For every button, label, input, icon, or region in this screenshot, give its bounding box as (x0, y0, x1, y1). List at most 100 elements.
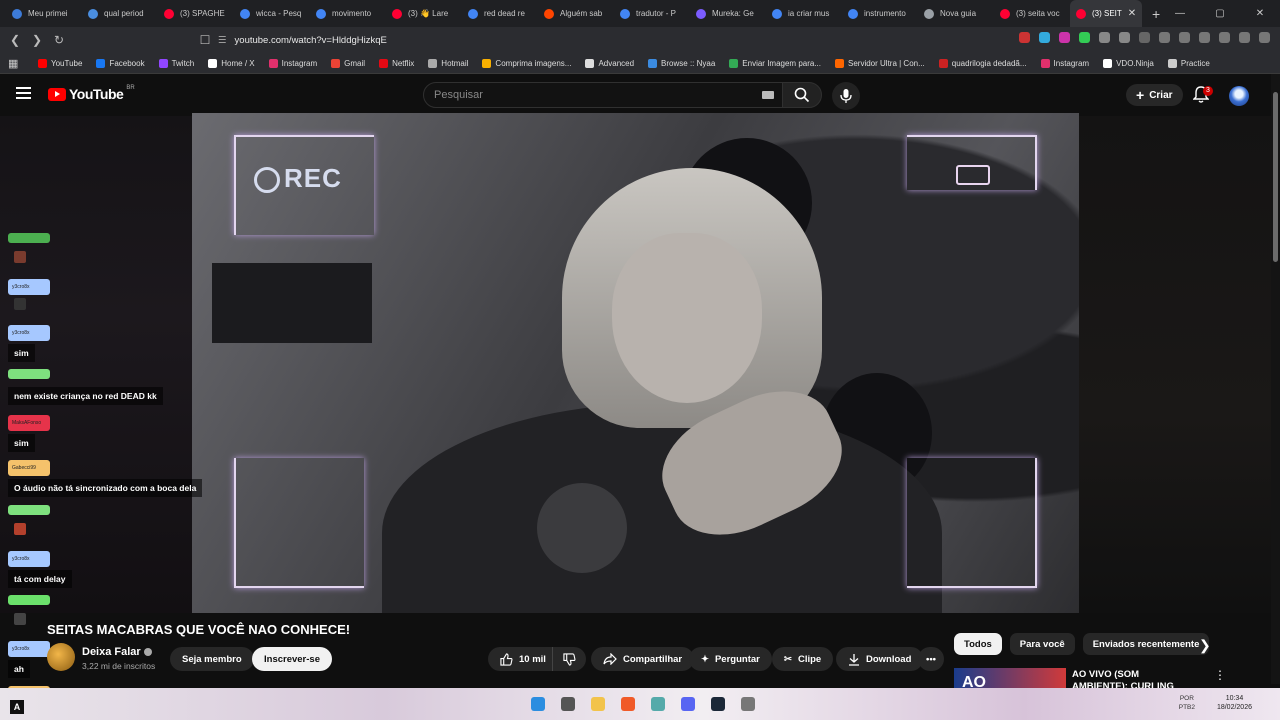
browser-tab[interactable]: Meu primei (6, 0, 82, 27)
address-bar[interactable]: ☰ youtube.com/watch?v=HlddgHizkqE (218, 31, 948, 49)
back-icon[interactable]: ❮ (4, 33, 26, 47)
voice-search-button[interactable] (832, 82, 860, 110)
browser-tab[interactable]: tradutor - P (614, 0, 690, 27)
chat-username[interactable] (8, 595, 50, 605)
download-button[interactable]: Download (836, 647, 924, 671)
chat-username[interactable]: y3cro8x (8, 641, 50, 657)
new-tab-button[interactable]: + (1152, 6, 1160, 22)
windows-start-icon[interactable] (531, 697, 545, 711)
like-button[interactable]: 10 mil (488, 647, 556, 671)
steam-icon[interactable] (711, 697, 725, 711)
bookmark-item[interactable]: Netflix (379, 58, 414, 68)
sidebar-icon[interactable] (1199, 32, 1210, 43)
chip-recently-uploaded[interactable]: Enviados recentemente (1082, 633, 1210, 655)
recommended-video-thumbnail[interactable]: AO (954, 668, 1066, 690)
chat-username[interactable]: y3cro8x (8, 325, 50, 341)
extension-icon[interactable] (1099, 32, 1110, 43)
bookmark-item[interactable]: Facebook (96, 58, 145, 68)
download-icon[interactable] (1159, 32, 1170, 43)
chat-username[interactable]: y3cro8x (8, 551, 50, 567)
browser-tab[interactable]: (3) seita voc (994, 0, 1070, 27)
chat-username[interactable] (8, 505, 50, 515)
extension-icon[interactable] (1019, 32, 1030, 43)
extension-icon[interactable] (1119, 32, 1130, 43)
browser-tab[interactable]: movimento (310, 0, 386, 27)
system-clock[interactable]: 10:34 18/02/2026 (1217, 694, 1252, 712)
search-button[interactable] (782, 82, 822, 108)
maximize-button[interactable]: ▢ (1200, 0, 1240, 27)
bookmark-item[interactable]: Browse :: Nyaa (648, 58, 715, 68)
join-button[interactable]: Seja membro (170, 647, 254, 671)
settings-icon[interactable] (741, 697, 755, 711)
extension-icon[interactable] (1079, 32, 1090, 43)
search-icon[interactable] (561, 697, 575, 711)
bookmark-icon[interactable]: ☐ (194, 33, 216, 47)
search-input[interactable]: Pesquisar (423, 82, 783, 108)
bookmark-item[interactable]: Instagram (1040, 58, 1089, 68)
bookmark-item[interactable]: Home / X (208, 58, 255, 68)
browser-tab[interactable]: instrumento (842, 0, 918, 27)
apps-grid-icon[interactable]: ▦ (8, 57, 18, 70)
clip-button[interactable]: ✂ Clipe (772, 647, 834, 671)
browser-tab[interactable]: Alguém sab (538, 0, 614, 27)
youtube-logo[interactable]: YouTube BR (48, 85, 135, 102)
browser-tab[interactable]: wicca - Pesq (234, 0, 310, 27)
wallet-icon[interactable] (1219, 32, 1230, 43)
forward-icon[interactable]: ❯ (26, 33, 48, 47)
bookmark-item[interactable]: Enviar Imagem para... (729, 58, 821, 68)
bookmark-item[interactable]: YouTube (38, 58, 82, 68)
subscribe-button[interactable]: Inscrever-se (252, 647, 332, 671)
bookmark-item[interactable]: quadrilogia dedadã... (938, 58, 1027, 68)
channel-name[interactable]: Deixa Falar (82, 646, 152, 658)
site-info-icon[interactable]: ☰ (218, 35, 227, 46)
chat-username[interactable] (8, 233, 50, 243)
browser-tab[interactable]: Mureka: Ge (690, 0, 766, 27)
brave-browser-icon[interactable] (621, 697, 635, 711)
extension-icon[interactable] (1039, 32, 1050, 43)
scrollbar-thumb[interactable] (1273, 92, 1278, 262)
bookmark-item[interactable]: Practice (1167, 58, 1210, 68)
channel-avatar[interactable] (47, 643, 75, 671)
more-actions-button[interactable]: ••• (918, 647, 944, 671)
account-avatar[interactable] (1229, 86, 1249, 106)
file-explorer-icon[interactable] (591, 697, 605, 711)
extension-icon[interactable] (1139, 32, 1150, 43)
chat-username[interactable] (8, 369, 50, 379)
keyboard-icon[interactable] (762, 91, 774, 99)
browser-tab[interactable]: (3) SPAGHE (158, 0, 234, 27)
dislike-button[interactable] (552, 647, 586, 671)
close-window-button[interactable]: ✕ (1240, 0, 1280, 27)
create-button[interactable]: + Criar (1126, 84, 1183, 106)
extension-icon[interactable] (1059, 32, 1070, 43)
reload-icon[interactable]: ↻ (48, 33, 70, 47)
share-button[interactable]: Compartilhar (591, 647, 695, 671)
chevron-right-icon[interactable]: ❯ (1199, 637, 1211, 654)
bookmark-item[interactable]: Twitch (158, 58, 194, 68)
close-tab-icon[interactable]: ✕ (1128, 8, 1136, 19)
video-player[interactable]: REC (192, 113, 1079, 613)
menu-icon[interactable] (1259, 32, 1270, 43)
bookmark-item[interactable]: VDO.Ninja (1103, 58, 1154, 68)
bookmark-item[interactable]: Servidor Ultra | Con... (835, 58, 925, 68)
music-icon[interactable] (1179, 32, 1190, 43)
bookmark-item[interactable]: Hotmail (428, 58, 468, 68)
chat-username[interactable]: Gabecci99 (8, 460, 50, 476)
browser-tab[interactable]: Nova guia (918, 0, 994, 27)
chip-for-you[interactable]: Para você (1009, 633, 1075, 655)
chip-all[interactable]: Todos (954, 633, 1002, 655)
input-language[interactable]: POR PTB2 (1179, 694, 1195, 712)
browser-tab[interactable]: (3) SEIT ✕ (1070, 0, 1142, 27)
bookmark-item[interactable]: Instagram (268, 58, 317, 68)
menu-icon[interactable] (16, 87, 31, 102)
chat-username[interactable]: MaksAFonso (8, 415, 50, 431)
browser-tab[interactable]: red dead re (462, 0, 538, 27)
bookmark-item[interactable]: Gmail (331, 58, 365, 68)
shield-icon[interactable] (1239, 32, 1250, 43)
chat-username[interactable]: y3cro8x (8, 279, 50, 295)
discord-icon[interactable] (681, 697, 695, 711)
browser-tab[interactable]: (3) 👋 Lare (386, 0, 462, 27)
bookmark-item[interactable]: Advanced (585, 58, 634, 68)
bookmark-item[interactable]: Comprima imagens... (482, 58, 571, 68)
browser-tab[interactable]: ia criar mus (766, 0, 842, 27)
minimize-button[interactable]: — (1160, 0, 1200, 27)
